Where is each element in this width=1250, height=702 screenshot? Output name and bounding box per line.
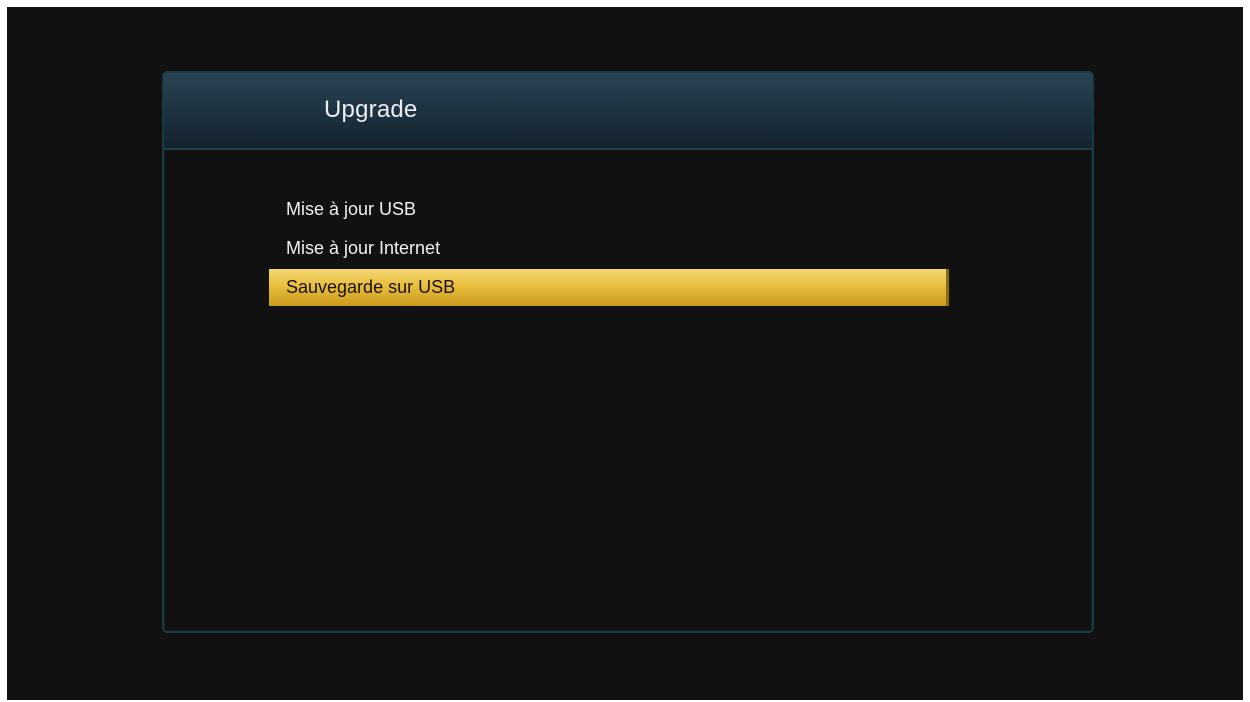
menu-item-usb-update[interactable]: Mise à jour USB bbox=[269, 191, 949, 228]
menu-item-usb-backup[interactable]: Sauvegarde sur USB bbox=[269, 269, 949, 306]
dialog-title: Upgrade bbox=[324, 96, 418, 123]
menu-item-internet-update[interactable]: Mise à jour Internet bbox=[269, 230, 949, 267]
upgrade-dialog: Upgrade Mise à jour USB Mise à jour Inte… bbox=[162, 71, 1094, 633]
tv-screen: Upgrade Mise à jour USB Mise à jour Inte… bbox=[7, 7, 1243, 700]
upgrade-menu: Mise à jour USB Mise à jour Internet Sau… bbox=[269, 191, 949, 308]
dialog-header: Upgrade bbox=[164, 73, 1092, 150]
